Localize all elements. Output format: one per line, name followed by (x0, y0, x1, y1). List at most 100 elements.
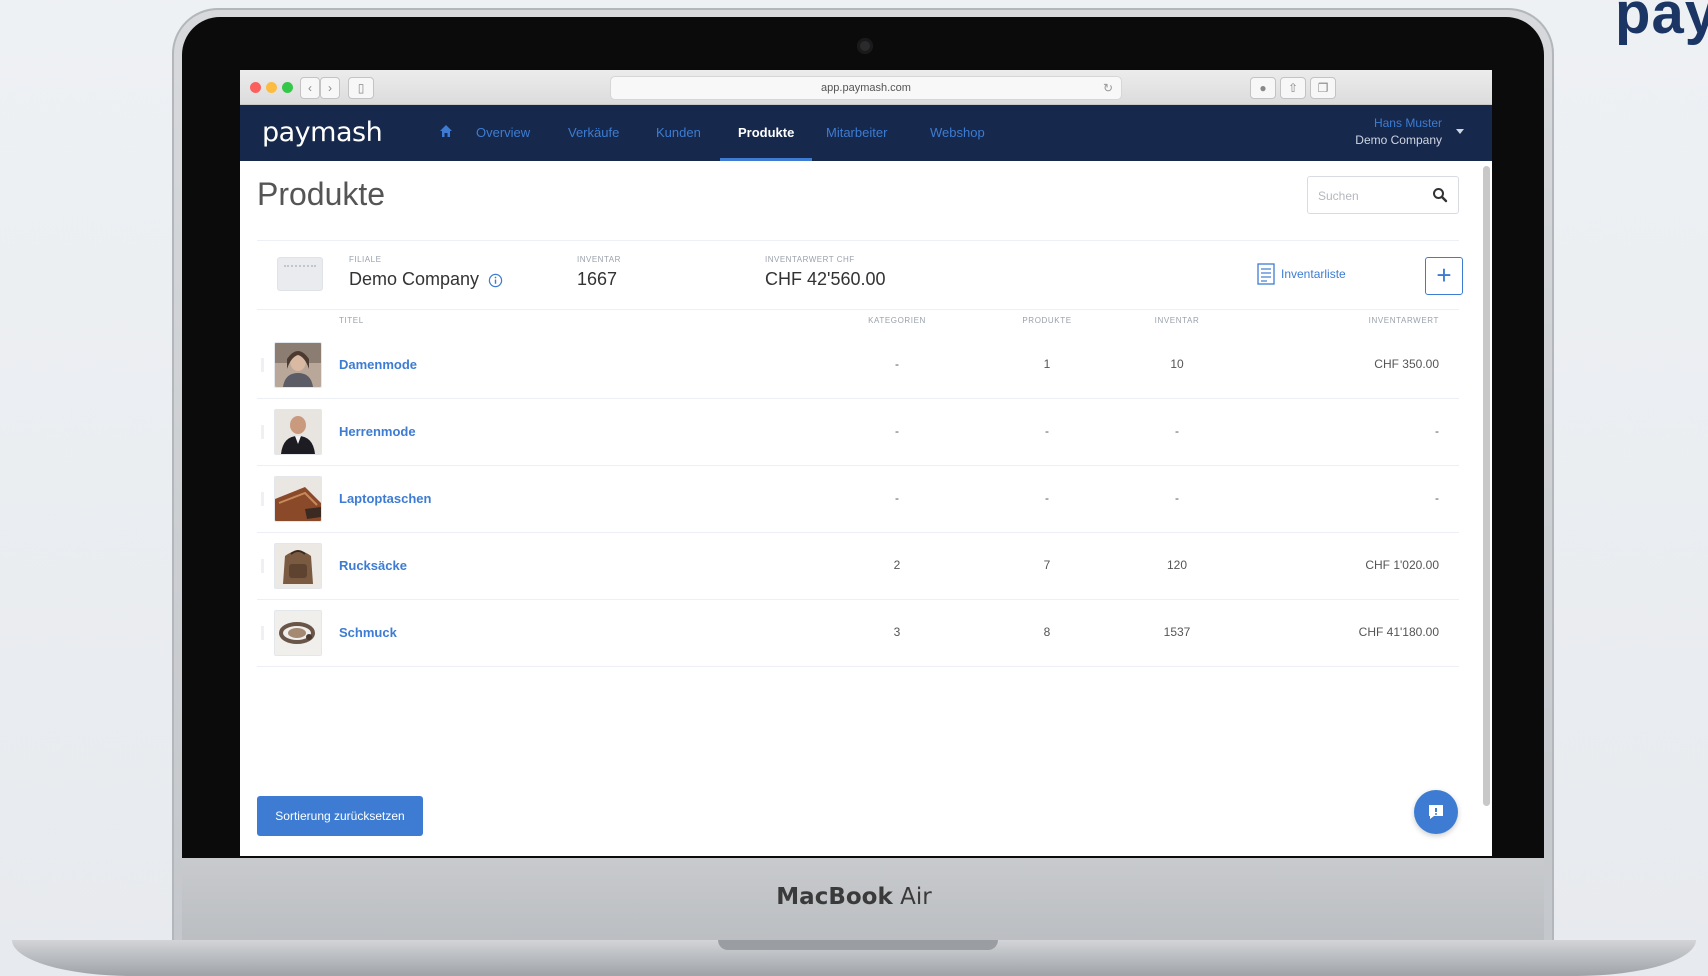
table-row[interactable]: Rucksäcke 2 7 120 CHF 1'020.00 (257, 533, 1459, 600)
cell-inventory: - (1175, 424, 1179, 438)
cell-categories: 3 (893, 625, 901, 639)
home-icon[interactable] (438, 123, 454, 139)
col-title[interactable]: TITEL (339, 316, 364, 325)
category-thumbnail (274, 610, 322, 656)
category-thumbnail (274, 342, 322, 388)
drag-handle[interactable] (261, 425, 264, 439)
inventory-worth-value: CHF 42'560.00 (765, 269, 886, 289)
inventory-list-label: Inventarliste (1281, 267, 1346, 281)
backpack-image (275, 544, 321, 588)
screen: ‹ › ▯ app.paymash.com ↻ ● ⇧ ❐ paymash Ov… (240, 70, 1492, 856)
jewelry-image (275, 611, 321, 655)
cell-categories: - (895, 357, 899, 371)
sidebar-icon[interactable]: ▯ (348, 77, 374, 99)
cell-products: - (1045, 424, 1049, 438)
col-inventory[interactable]: INVENTAR (1137, 316, 1217, 325)
store-value: Demo Company (349, 269, 503, 290)
laptop-bag-image (275, 477, 321, 521)
table-row[interactable]: Herrenmode - - - - (257, 399, 1459, 466)
user-menu[interactable]: Hans Muster Demo Company (1355, 115, 1442, 149)
device-brand: MacBook (776, 884, 893, 910)
col-value[interactable]: INVENTARWERT (1369, 316, 1439, 325)
close-window-button[interactable] (250, 82, 261, 93)
cell-value: - (1435, 424, 1439, 438)
table-row[interactable]: Laptoptaschen - - - - (257, 466, 1459, 533)
forward-arrow-icon[interactable]: › (320, 77, 340, 99)
chat-bubble-icon (1429, 805, 1443, 819)
cell-inventory: 10 (1170, 357, 1184, 371)
cell-value: - (1435, 491, 1439, 505)
man-portrait-image (275, 410, 321, 454)
device-label: MacBook Air (0, 884, 1708, 910)
category-title-link[interactable]: Herrenmode (339, 424, 416, 439)
cell-products: - (1045, 491, 1049, 505)
device-model: Air (900, 884, 932, 910)
col-products[interactable]: PRODUKTE (1007, 316, 1087, 325)
category-thumbnail (274, 543, 322, 589)
drag-handle[interactable] (261, 559, 264, 573)
minimize-window-button[interactable] (266, 82, 277, 93)
category-title-link[interactable]: Schmuck (339, 625, 397, 640)
nav-mitarbeiter[interactable]: Mitarbeiter (826, 105, 887, 161)
zoom-window-button[interactable] (282, 82, 293, 93)
inventory-value: 1667 (577, 269, 618, 289)
cell-categories: - (895, 424, 899, 438)
tabs-icon[interactable]: ❐ (1310, 77, 1336, 99)
cell-products: 8 (1043, 625, 1051, 639)
search-input[interactable] (1316, 185, 1430, 207)
nav-kunden[interactable]: Kunden (656, 105, 701, 161)
user-company: Demo Company (1355, 133, 1442, 147)
reload-icon[interactable]: ↻ (1103, 77, 1113, 99)
inventory-label: INVENTAR (577, 255, 621, 264)
add-category-button[interactable]: + (1425, 257, 1463, 295)
share-icon[interactable]: ⇧ (1280, 77, 1306, 99)
cell-categories: - (895, 491, 899, 505)
drag-handle[interactable] (261, 358, 264, 372)
col-categories[interactable]: KATEGORIEN (857, 316, 937, 325)
nav-verkaeufe[interactable]: Verkäufe (568, 105, 619, 161)
drag-handle[interactable] (261, 492, 264, 506)
nav-webshop[interactable]: Webshop (930, 105, 985, 161)
info-icon[interactable] (488, 273, 503, 288)
cell-inventory: - (1175, 491, 1179, 505)
category-thumbnail (274, 476, 322, 522)
nav-produkte[interactable]: Produkte (720, 105, 813, 161)
cell-products: 1 (1043, 357, 1051, 371)
chat-button[interactable] (1414, 790, 1458, 834)
address-bar[interactable]: app.paymash.com ↻ (610, 76, 1122, 100)
paymash-logo[interactable]: paymash (262, 117, 383, 148)
back-arrow-icon[interactable]: ‹ (300, 77, 320, 99)
drag-handle[interactable] (261, 626, 264, 640)
category-title-link[interactable]: Damenmode (339, 357, 417, 372)
store-name: Demo Company (349, 269, 480, 289)
cell-products: 7 (1043, 558, 1051, 572)
store-image (277, 257, 323, 291)
scrollbar-thumb[interactable] (1483, 166, 1490, 806)
table-header: TITEL KATEGORIEN PRODUKTE INVENTAR INVEN… (257, 310, 1459, 332)
chevron-down-icon[interactable] (1456, 129, 1464, 134)
scrollbar[interactable] (1483, 166, 1490, 856)
woman-portrait-image (275, 343, 321, 387)
app-navbar: paymash Overview Verkäufe Kunden Produkt… (240, 105, 1492, 161)
category-title-link[interactable]: Laptoptaschen (339, 491, 431, 506)
search-icon[interactable] (1432, 187, 1448, 203)
category-title-link[interactable]: Rucksäcke (339, 558, 407, 573)
page-title: Produkte (257, 176, 386, 212)
url-text: app.paymash.com (821, 82, 911, 94)
list-document-icon (1257, 263, 1275, 285)
nav-overview[interactable]: Overview (476, 105, 530, 161)
cell-value: CHF 41'180.00 (1358, 625, 1439, 639)
inventory-worth-label: INVENTARWERT CHF (765, 255, 855, 264)
cell-categories: 2 (893, 558, 901, 572)
corner-brand-logo: pay (1615, 0, 1708, 46)
search-box[interactable] (1307, 176, 1459, 214)
reset-sorting-button[interactable]: Sortierung zurücksetzen (257, 796, 423, 836)
table-row[interactable]: Schmuck 3 8 1537 CHF 41'180.00 (257, 600, 1459, 667)
table-row[interactable]: Damenmode - 1 10 CHF 350.00 (257, 332, 1459, 399)
user-name: Hans Muster (1373, 116, 1442, 130)
cell-value: CHF 350.00 (1374, 357, 1439, 371)
laptop-notch (718, 940, 998, 950)
inventory-list-link[interactable]: Inventarliste (1257, 263, 1346, 285)
camera-icon (857, 38, 873, 54)
shield-icon[interactable]: ● (1250, 77, 1276, 99)
